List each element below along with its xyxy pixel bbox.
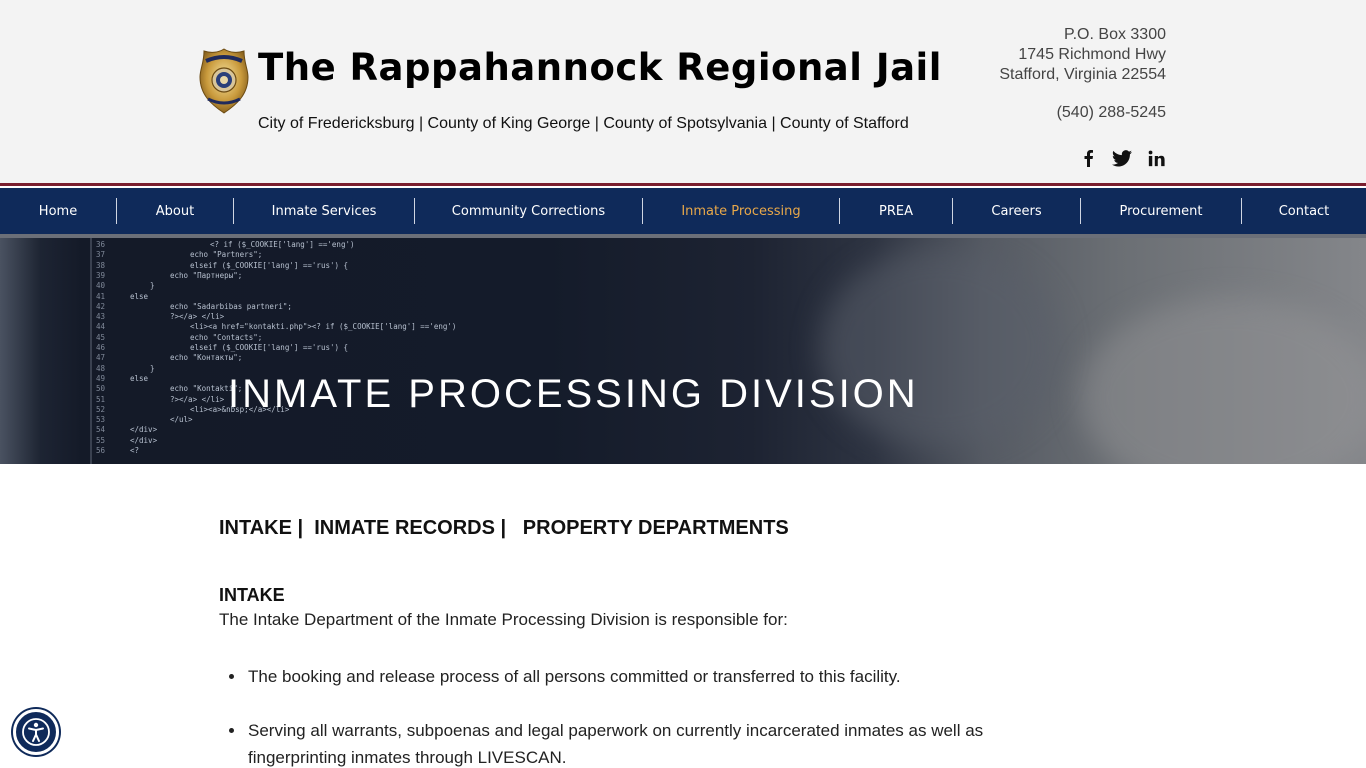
code-line: }: [150, 363, 155, 373]
nav-item-about[interactable]: About: [117, 188, 233, 234]
code-line: }: [150, 281, 155, 291]
code-line-number: 47: [96, 353, 106, 363]
site-header: The Rappahannock Regional Jail City of F…: [0, 0, 1366, 185]
localities-list: City of Fredericksburg | County of King …: [258, 115, 909, 132]
section-heading: INTAKE: [219, 585, 285, 605]
code-gutter: [90, 238, 92, 464]
address-line: P.O. Box 3300: [1064, 26, 1166, 43]
twitter-icon[interactable]: [1112, 148, 1132, 168]
code-line: <? if ($_COOKIE['lang'] =='eng'): [210, 240, 355, 249]
hero-blur-shape: [1080, 298, 1366, 464]
code-line: else: [130, 291, 149, 301]
address-line: 1745 Richmond Hwy: [1018, 46, 1166, 63]
code-line-number: 53: [96, 415, 106, 425]
code-line-number: 41: [96, 291, 106, 301]
code-line-number: 44: [96, 322, 106, 332]
code-line: elseif ($_COOKIE['lang'] =='rus') {: [190, 343, 349, 352]
code-line-number: 37: [96, 250, 106, 260]
code-line-number: 43: [96, 312, 106, 322]
code-line-number: 52: [96, 404, 106, 414]
nav-item-prea[interactable]: PREA: [840, 188, 952, 234]
code-line: <?: [130, 446, 140, 455]
code-line: echo "Контакты";: [170, 353, 243, 363]
code-line-number: 50: [96, 384, 106, 394]
code-line-number: 36: [96, 240, 106, 249]
code-line: echo "Contacts";: [190, 332, 263, 342]
accessibility-button[interactable]: [13, 709, 59, 755]
nav-item-home[interactable]: Home: [0, 188, 116, 234]
code-line: elseif ($_COOKIE['lang'] =='rus') {: [190, 260, 349, 270]
code-line: else: [130, 373, 149, 383]
code-line-number: 51: [96, 394, 106, 404]
hero-blur-shape: [820, 248, 1060, 448]
hero-edge-shading: [0, 238, 40, 464]
code-line: <li><a href="kontakti.php"><? if ($_COOK…: [190, 322, 457, 332]
code-line: echo "Partners";: [190, 250, 263, 260]
code-line-number: 38: [96, 260, 106, 270]
code-line: ?></a> </li>: [170, 394, 225, 404]
nav-item-community-corrections[interactable]: Community Corrections: [415, 188, 642, 234]
address-line: Stafford, Virginia 22554: [999, 66, 1166, 83]
code-line: echo "Партнеры";: [170, 270, 243, 280]
accessibility-icon: [22, 718, 50, 746]
code-line-number: 42: [96, 301, 106, 311]
code-line-number: 54: [96, 425, 106, 435]
nav-item-inmate-processing[interactable]: Inmate Processing: [643, 188, 839, 234]
code-line: </ul>: [170, 415, 193, 425]
facebook-icon[interactable]: [1078, 148, 1098, 168]
code-line-number: 48: [96, 363, 106, 373]
phone-number[interactable]: (540) 288-5245: [1057, 104, 1166, 122]
mailing-address: P.O. Box 3300 1745 Richmond Hwy Stafford…: [999, 25, 1166, 85]
nav-item-contact[interactable]: Contact: [1242, 188, 1366, 234]
list-item: Serving all warrants, subpoenas and lega…: [226, 717, 1046, 768]
site-title[interactable]: The Rappahannock Regional Jail: [258, 46, 942, 89]
responsibility-list: The booking and release process of all p…: [226, 663, 1046, 768]
department-links[interactable]: INTAKE | INMATE RECORDS | PROPERTY DEPAR…: [219, 517, 789, 540]
code-line-number: 49: [96, 373, 106, 383]
code-line-number: 55: [96, 435, 106, 445]
code-line-number: 40: [96, 281, 106, 291]
sheriff-badge-logo: [199, 48, 249, 114]
code-line-number: 45: [96, 332, 106, 342]
code-line-number: 46: [96, 343, 106, 352]
code-line: ?></a> </li>: [170, 312, 225, 322]
nav-item-careers[interactable]: Careers: [953, 188, 1080, 234]
code-line-number: 56: [96, 446, 106, 455]
hero-banner: 36 <? if ($_COOKIE['lang'] =='eng') 37 echo…: [0, 238, 1366, 464]
nav-item-inmate-services[interactable]: Inmate Services: [234, 188, 414, 234]
code-line: </div>: [130, 425, 158, 435]
code-line: </div>: [130, 435, 158, 445]
social-links: [1078, 148, 1166, 168]
nav-item-procurement[interactable]: Procurement: [1081, 188, 1241, 234]
hero-title: INMATE PROCESSING DIVISION: [228, 372, 919, 416]
section-intro: The Intake Department of the Inmate Proc…: [219, 610, 788, 629]
code-line-number: 39: [96, 270, 106, 280]
list-item: The booking and release process of all p…: [226, 663, 1046, 690]
main-nav: Home About Inmate Services Community Cor…: [0, 188, 1366, 234]
linkedin-icon[interactable]: [1146, 148, 1166, 168]
code-line: echo "Sadarbibas partneri";: [170, 301, 292, 311]
